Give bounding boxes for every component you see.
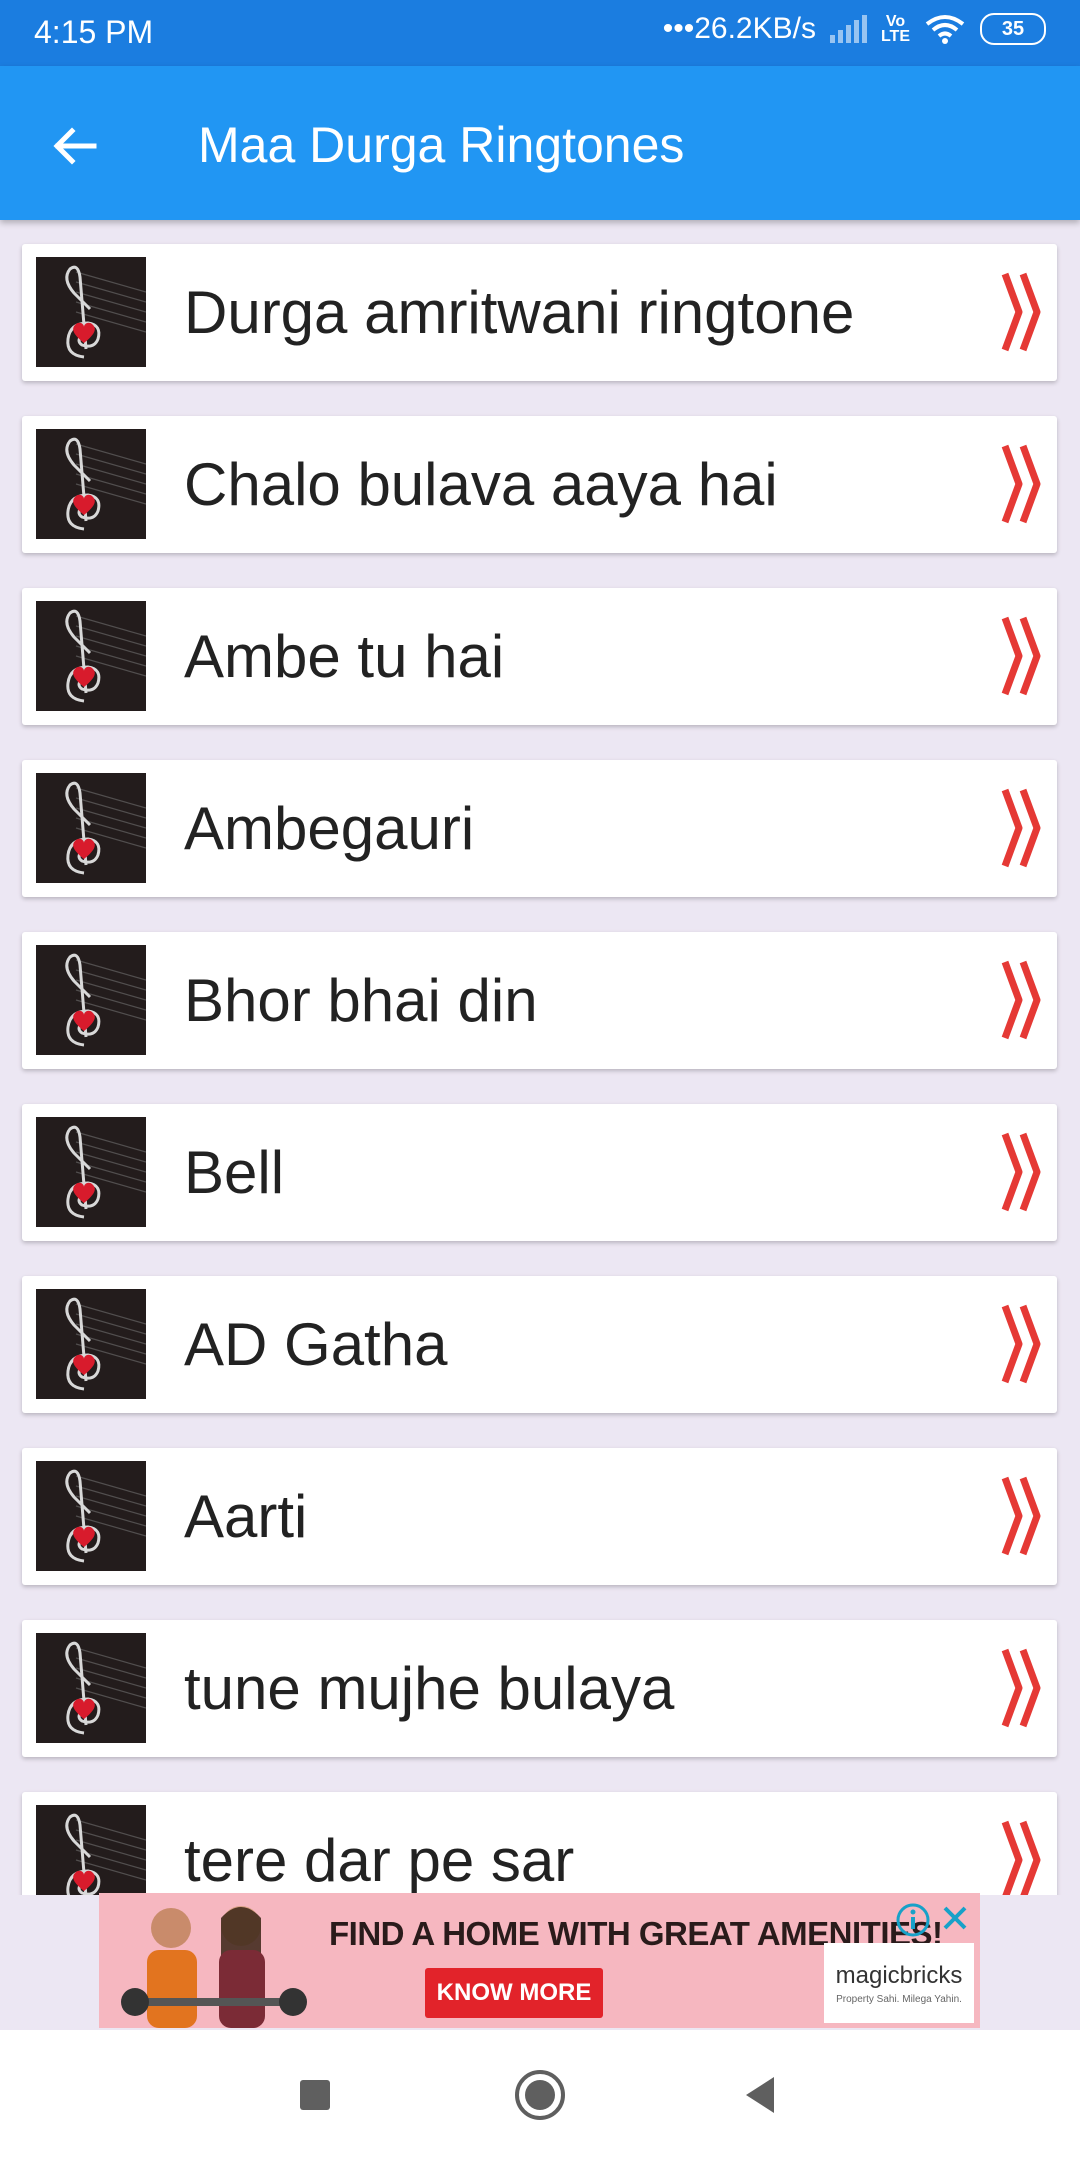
ad-brand-name: magicbricks [835,1961,963,1989]
list-item-label: Aarti [184,1483,308,1550]
page-title: Maa Durga Ringtones [198,117,685,173]
back-nav-button[interactable] [725,2060,795,2130]
list-item[interactable]: Aarti [22,1448,1057,1585]
list-item-label: Chalo bulava aaya hai [184,451,778,518]
treble-clef-heart-icon [36,945,146,1055]
double-chevron-right-icon [1001,1132,1041,1212]
list-item-label: Bell [184,1139,285,1206]
list-item-label: Ambe tu hai [184,623,505,690]
double-chevron-right-icon [1001,1648,1041,1728]
treble-clef-heart-icon [36,1633,146,1743]
treble-clef-heart-icon [36,1461,146,1571]
treble-clef-heart-icon [36,1117,146,1227]
app-bar: Maa Durga Ringtones [0,66,1080,220]
ad-brand-logo: magicbricks Property Sahi. Milega Yahin. [824,1943,974,2023]
double-chevron-right-icon [1001,960,1041,1040]
list-item[interactable]: Bhor bhai din [22,932,1057,1069]
circle-icon [515,2070,565,2120]
home-button[interactable] [505,2060,575,2130]
wifi-icon [925,15,965,44]
network-speed: •••26.2KB/s [662,12,816,45]
double-chevron-right-icon [1001,272,1041,352]
double-chevron-right-icon [1001,788,1041,868]
ad-info-icon[interactable] [894,1901,932,1939]
square-icon [300,2080,330,2110]
list-item[interactable]: tere dar pe sar [22,1792,1057,1895]
ad-banner[interactable]: FIND A HOME WITH GREAT AMENITIES! KNOW M… [99,1893,980,2028]
list-item[interactable]: Ambegauri [22,760,1057,897]
list-item-label: Bhor bhai din [184,967,538,1034]
list-item[interactable]: AD Gatha [22,1276,1057,1413]
double-chevron-right-icon [1001,616,1041,696]
list-item-label: Durga amritwani ringtone [184,279,855,346]
back-button[interactable] [40,111,110,181]
treble-clef-heart-icon [36,1289,146,1399]
list-item[interactable]: Ambe tu hai [22,588,1057,725]
treble-clef-heart-icon [36,601,146,711]
list-item-label: tune mujhe bulaya [184,1655,675,1722]
battery-icon: 35 [980,13,1046,45]
ad-people-image [121,1906,307,2028]
status-bar: 4:15 PM •••26.2KB/s Vo LTE 35 [0,0,1080,66]
ad-close-button[interactable] [936,1899,974,1937]
ad-brand-tagline: Property Sahi. Milega Yahin. [836,1993,962,2005]
volte-icon: Vo LTE [880,13,910,45]
signal-icon [829,15,867,43]
arrow-left-icon [53,127,97,165]
close-icon [943,1906,967,1930]
double-chevron-right-icon [1001,1304,1041,1384]
treble-clef-heart-icon [36,1805,146,1895]
double-chevron-right-icon [1001,1820,1041,1895]
list-item[interactable]: Bell [22,1104,1057,1241]
recents-button[interactable] [280,2060,350,2130]
list-item[interactable]: tune mujhe bulaya [22,1620,1057,1757]
double-chevron-right-icon [1001,1476,1041,1556]
treble-clef-heart-icon [36,257,146,367]
list-item[interactable]: Durga amritwani ringtone [22,244,1057,381]
ringtone-list: Durga amritwani ringtone Chalo bulava aa… [0,220,1080,1895]
double-chevron-right-icon [1001,444,1041,524]
system-nav-bar [0,2030,1080,2160]
triangle-back-icon [746,2077,774,2113]
treble-clef-heart-icon [36,773,146,883]
status-indicators: •••26.2KB/s Vo LTE 35 [663,12,1046,46]
list-item-label: tere dar pe sar [184,1827,575,1894]
treble-clef-heart-icon [36,429,146,539]
status-time: 4:15 PM [34,14,154,50]
ad-know-more-button[interactable]: KNOW MORE [425,1968,603,2018]
list-item-label: AD Gatha [184,1311,448,1378]
list-item-label: Ambegauri [184,795,475,862]
list-item[interactable]: Chalo bulava aaya hai [22,416,1057,553]
